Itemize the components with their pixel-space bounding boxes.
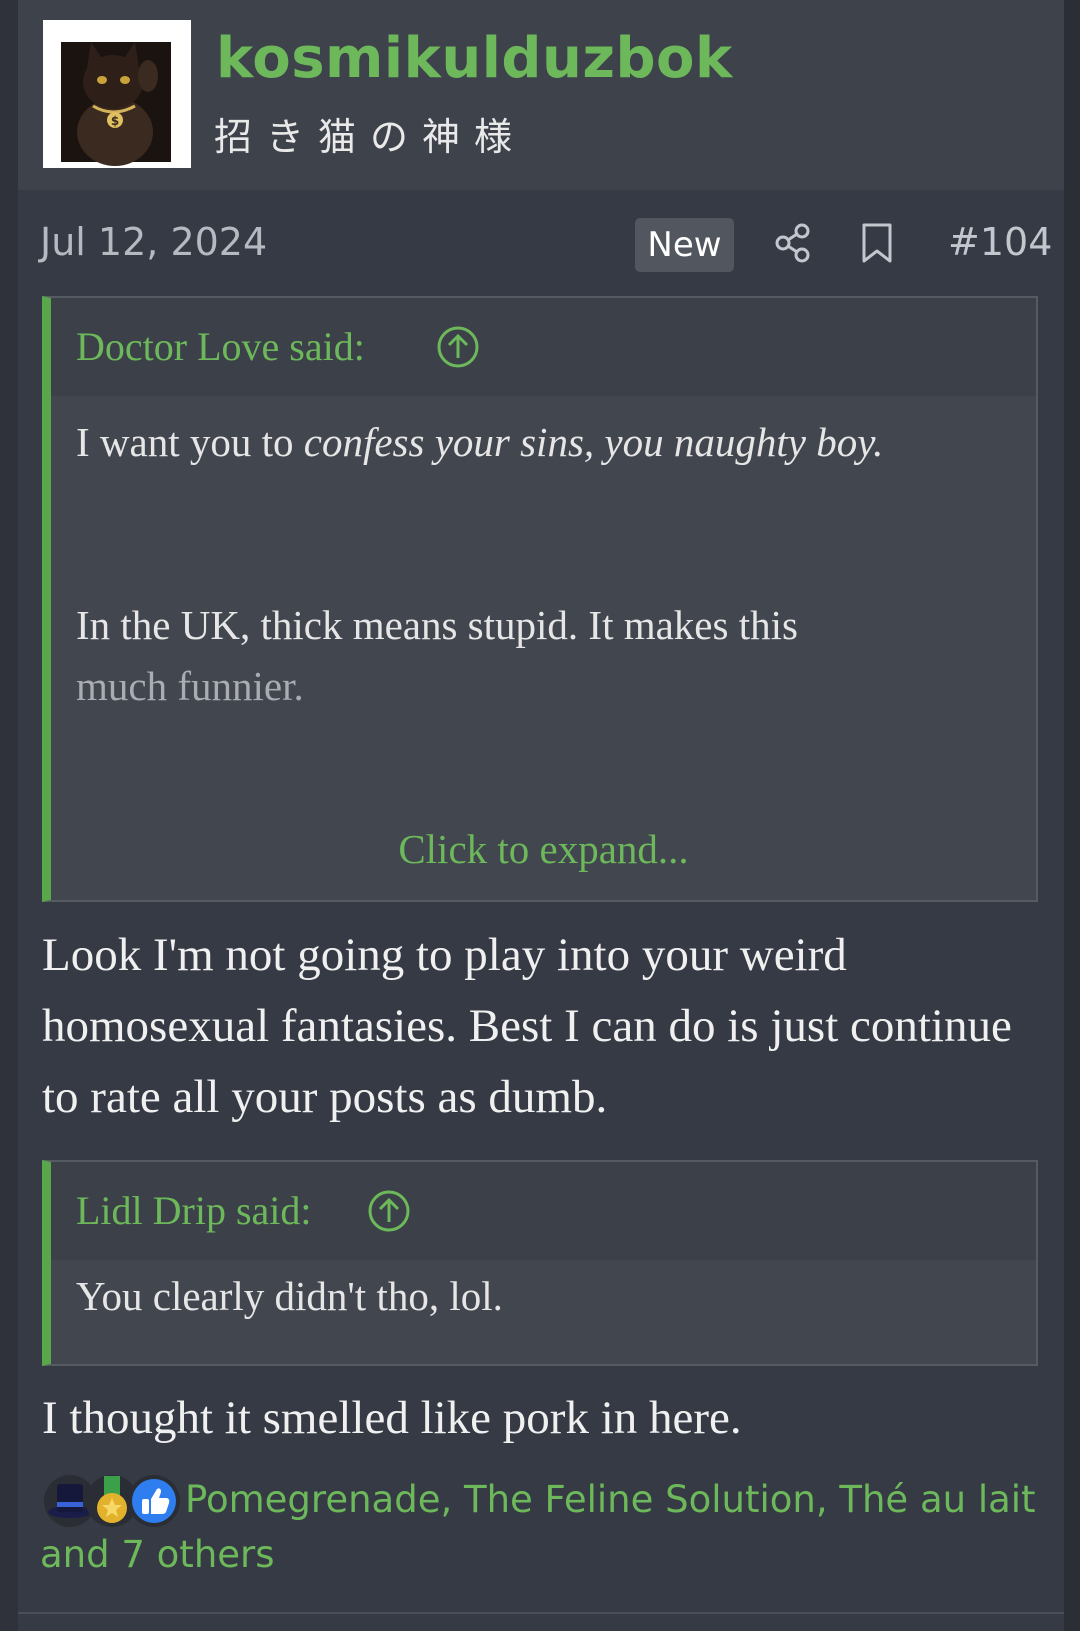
- username[interactable]: kosmikulduzbok: [216, 26, 733, 91]
- quote-body: You clearly didn't tho, lol.: [76, 1273, 503, 1319]
- quote-spacer: [76, 473, 1011, 595]
- post-date[interactable]: Jul 12, 2024: [40, 220, 267, 264]
- avatar[interactable]: $: [43, 20, 191, 168]
- quote-body: I want you to confess your sins, you nau…: [51, 396, 1036, 717]
- cat-avatar-image: $: [43, 20, 191, 168]
- post-card: $ kosmikulduzbok 招き猫の神様 Jul 12, 2024 New…: [18, 0, 1064, 1631]
- arrow-up-circle-icon[interactable]: [367, 1189, 411, 1233]
- quote-header[interactable]: Lidl Drip said:: [51, 1162, 1036, 1260]
- reaction-users[interactable]: Pomegrenade, The Feline Solution, Thé au…: [40, 1472, 1050, 1582]
- quote-header[interactable]: Doctor Love said:: [51, 298, 1036, 396]
- avatar-pointer: [96, 176, 128, 190]
- new-badge: New: [635, 218, 734, 272]
- user-title: 招き猫の神様: [214, 115, 527, 159]
- quote-line-3: much funnier.: [76, 663, 304, 709]
- divider: [18, 1612, 1064, 1614]
- share-icon[interactable]: [775, 223, 811, 268]
- quote-line-1: I want you to confess your sins, you nau…: [76, 412, 1011, 473]
- user-header: $ kosmikulduzbok 招き猫の神様: [18, 0, 1064, 190]
- thumbs-up-icon: [128, 1475, 180, 1527]
- page-edge: [1064, 0, 1080, 1631]
- svg-text:$: $: [111, 114, 119, 128]
- reaction-icons[interactable]: [40, 1472, 185, 1535]
- click-to-expand[interactable]: Click to expand...: [51, 825, 1036, 873]
- quote-author[interactable]: Lidl Drip said:: [76, 1162, 312, 1260]
- arrow-up-circle-icon[interactable]: [436, 325, 480, 369]
- post-message: I thought it smelled like pork in here.: [42, 1392, 742, 1444]
- quote-block: Lidl Drip said: You clearly didn't tho, …: [42, 1160, 1038, 1366]
- post-number[interactable]: #104: [948, 220, 1052, 264]
- quote-text-italic: confess your sins, you naughty boy.: [303, 419, 884, 465]
- quote-line-2: In the UK, thick means stupid. It makes …: [76, 602, 798, 648]
- bookmark-icon[interactable]: [861, 223, 893, 268]
- quote-text-plain: I want you to: [76, 419, 304, 465]
- quote-author[interactable]: Doctor Love said:: [76, 298, 365, 396]
- post-message: Look I'm not going to play into your wei…: [42, 929, 1012, 1123]
- quote-block: Doctor Love said: I want you to confess …: [42, 296, 1038, 902]
